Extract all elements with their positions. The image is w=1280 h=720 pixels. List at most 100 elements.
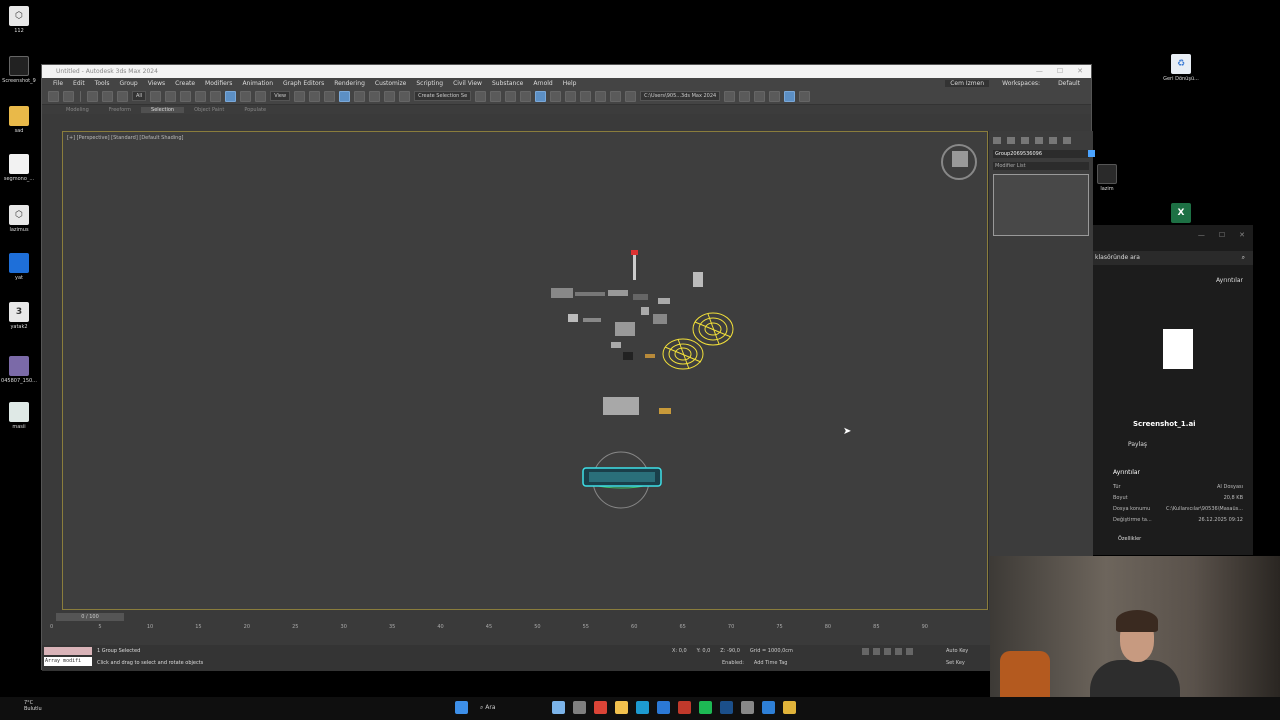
reference-coord-dropdown[interactable]: View xyxy=(270,91,291,101)
desktop-icon[interactable]: segmono_... xyxy=(0,154,38,182)
folder-icon[interactable] xyxy=(754,90,766,102)
perspective-viewport[interactable]: [+] [Perspective] [Standard] [Default Sh… xyxy=(62,131,988,610)
recycle-bin[interactable]: ♻ Geri Dönüşü... xyxy=(1162,54,1200,82)
folder-icon[interactable] xyxy=(769,90,781,102)
undo-icon[interactable] xyxy=(48,90,59,102)
close-icon[interactable]: ✕ xyxy=(1077,65,1083,78)
edge-icon[interactable] xyxy=(636,701,649,714)
go-to-end-icon[interactable] xyxy=(906,648,913,655)
grid-icon[interactable] xyxy=(784,90,796,102)
menu-civil-view[interactable]: Civil View xyxy=(448,80,487,87)
go-to-start-icon[interactable] xyxy=(862,648,869,655)
select-object-icon[interactable] xyxy=(150,90,162,102)
scene-explorer-icon[interactable] xyxy=(505,90,517,102)
utilities-tab-icon[interactable] xyxy=(1063,137,1071,144)
scale-icon[interactable] xyxy=(240,90,252,102)
desktop-icon[interactable]: X xyxy=(1162,203,1200,225)
open-explorer-icon[interactable] xyxy=(724,90,736,102)
ribbon-tab-freeform[interactable]: Freeform xyxy=(99,107,141,113)
ribbon-tab-object-paint[interactable]: Object Paint xyxy=(184,107,234,113)
play-icon[interactable] xyxy=(884,648,891,655)
close-icon[interactable]: ✕ xyxy=(1239,231,1245,239)
angle-snap-icon[interactable] xyxy=(354,90,366,102)
scene-objects[interactable] xyxy=(63,132,989,611)
chrome-icon[interactable] xyxy=(594,701,607,714)
kaplan-sign[interactable] xyxy=(582,451,662,509)
next-frame-icon[interactable] xyxy=(895,648,902,655)
settings-icon[interactable] xyxy=(741,701,754,714)
menu-create[interactable]: Create xyxy=(170,80,200,87)
minimize-icon[interactable]: — xyxy=(1036,65,1043,78)
properties-button[interactable]: Özellikler xyxy=(1118,536,1141,542)
folder-icon[interactable] xyxy=(739,90,751,102)
menu-graph-editors[interactable]: Graph Editors xyxy=(278,80,329,87)
rect-selection-icon[interactable] xyxy=(180,90,192,102)
modifier-stack[interactable] xyxy=(993,174,1089,236)
object-name-field[interactable]: Group2069536096 xyxy=(993,150,1095,158)
maxscript-listener[interactable] xyxy=(44,647,92,655)
mail-icon[interactable] xyxy=(657,701,670,714)
y-coord[interactable]: Y: 0,0 xyxy=(697,648,711,654)
ribbon-tab-modeling[interactable]: Modeling xyxy=(56,107,99,113)
check-icon[interactable] xyxy=(799,90,811,102)
window-crossing-icon[interactable] xyxy=(195,90,207,102)
cloud-icon[interactable] xyxy=(552,701,565,714)
mirror-icon[interactable] xyxy=(475,90,487,102)
render-icon[interactable] xyxy=(625,90,637,102)
display-tab-icon[interactable] xyxy=(1049,137,1057,144)
add-time-tag[interactable]: Add Time Tag xyxy=(754,660,788,666)
desktop-icon[interactable]: ⬡ lazimus xyxy=(0,205,38,233)
desktop-icon[interactable]: lazim xyxy=(1088,164,1126,192)
app1-icon[interactable] xyxy=(762,701,775,714)
pivot-center-icon[interactable] xyxy=(294,90,306,102)
search-icon[interactable]: ⌕ xyxy=(1242,251,1245,265)
link-icon[interactable] xyxy=(87,90,98,102)
snap-toggle-icon[interactable] xyxy=(339,90,351,102)
keyboard-shortcut-icon[interactable] xyxy=(324,90,336,102)
select-by-name-icon[interactable] xyxy=(165,90,177,102)
menu-group[interactable]: Group xyxy=(114,80,142,87)
timeline[interactable]: 0 / 100 0 5 10 15 20 25 30 35 40 45 50 55 60 65 70 75 80… xyxy=(42,612,988,638)
spotify-icon[interactable] xyxy=(699,701,712,714)
desktop-icon[interactable]: sad xyxy=(0,106,38,134)
ribbon-tab-populate[interactable]: Populate xyxy=(234,107,276,113)
menu-tools[interactable]: Tools xyxy=(90,80,115,87)
start-icon[interactable] xyxy=(455,701,468,714)
bind-space-warp-icon[interactable] xyxy=(117,90,128,102)
z-coord[interactable]: Z: -90,0 xyxy=(720,648,740,654)
menu-arnold[interactable]: Arnold xyxy=(528,80,557,87)
x-coord[interactable]: X: 0,0 xyxy=(672,648,687,654)
hierarchy-tab-icon[interactable] xyxy=(1021,137,1029,144)
sign-in-button[interactable]: Cem Izmen xyxy=(945,79,990,87)
desktop-icon[interactable]: ⬡ 112 xyxy=(0,6,38,34)
render-setup-icon[interactable] xyxy=(595,90,607,102)
place-icon[interactable] xyxy=(255,90,267,102)
weather-widget[interactable]: 7°C Bulutlu xyxy=(24,700,42,712)
time-slider[interactable]: 0 / 100 xyxy=(56,613,124,621)
schematic-view-icon[interactable] xyxy=(565,90,577,102)
menu-modifiers[interactable]: Modifiers xyxy=(200,80,237,87)
previous-frame-icon[interactable] xyxy=(873,648,880,655)
desktop-icon[interactable]: yat xyxy=(0,253,38,281)
desktop-icon[interactable]: 045807_150... xyxy=(0,356,38,384)
set-key-button[interactable]: Set Key xyxy=(946,660,965,666)
minimize-icon[interactable]: — xyxy=(1198,231,1205,239)
unlink-icon[interactable] xyxy=(102,90,113,102)
menu-views[interactable]: Views xyxy=(143,80,170,87)
select-manipulate-icon[interactable] xyxy=(309,90,321,102)
rotate-icon[interactable] xyxy=(225,90,237,102)
ribbon-toggle-icon[interactable] xyxy=(535,90,547,102)
3dsmax-icon[interactable] xyxy=(678,701,691,714)
material-editor-icon[interactable] xyxy=(580,90,592,102)
explorer-icon[interactable] xyxy=(615,701,628,714)
steam-icon[interactable] xyxy=(720,701,733,714)
desktop-icon[interactable]: 3 yatak2 xyxy=(0,302,38,330)
menu-scripting[interactable]: Scripting xyxy=(411,80,448,87)
track-bar[interactable]: 0 5 10 15 20 25 30 35 40 45 50 55 60 65 70 75 80 85 90 xyxy=(50,624,980,636)
menu-animation[interactable]: Animation xyxy=(237,80,278,87)
menu-customize[interactable]: Customize xyxy=(370,80,412,87)
desktop-icon[interactable]: Screenshot_9 xyxy=(0,56,38,84)
workspaces-dropdown[interactable]: Default xyxy=(1053,80,1085,87)
create-tab-icon[interactable] xyxy=(993,137,1001,144)
search-input[interactable]: klasöründe ara ⌕ xyxy=(1093,251,1253,265)
